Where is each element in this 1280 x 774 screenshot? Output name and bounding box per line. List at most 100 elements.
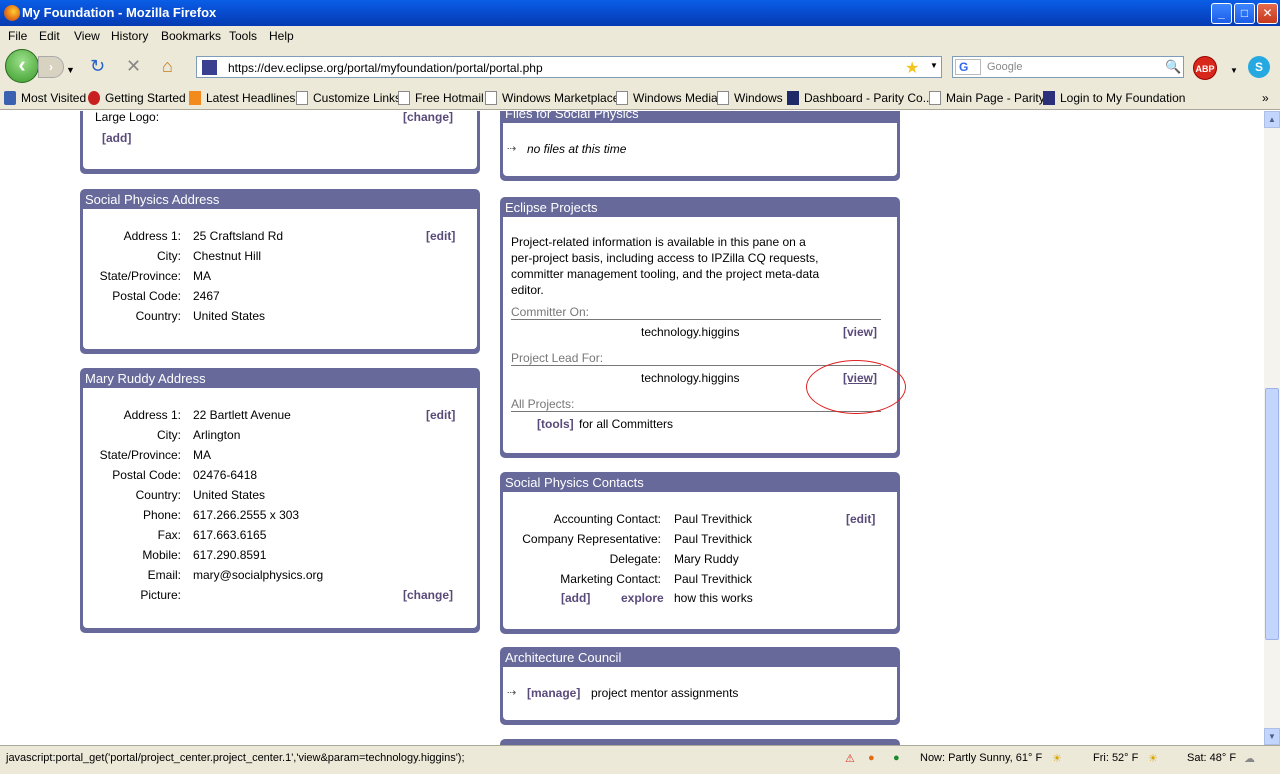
- close-button[interactable]: ✕: [1257, 3, 1278, 24]
- bookmarks-overflow-icon[interactable]: »: [1262, 91, 1269, 105]
- panel-body: Address 1: 25 Craftsland Rd [edit] City:…: [83, 209, 477, 349]
- menu-bookmarks[interactable]: Bookmarks: [161, 29, 221, 43]
- bookmark-dashboard-parity[interactable]: Dashboard - Parity Co...: [787, 91, 933, 105]
- menu-view[interactable]: View: [74, 29, 100, 43]
- bookmark-windows[interactable]: Windows: [717, 91, 783, 105]
- stop-icon[interactable]: ✕: [126, 57, 141, 75]
- bookmark-star-icon[interactable]: ★: [905, 58, 919, 78]
- fax-label: Fax:: [157, 528, 181, 542]
- menu-help[interactable]: Help: [269, 29, 294, 43]
- weather-fri[interactable]: Fri: 52° F: [1093, 752, 1138, 764]
- manage-link[interactable]: [manage]: [527, 686, 580, 700]
- scroll-up-icon[interactable]: ▲: [1264, 111, 1280, 128]
- page-icon: [296, 91, 308, 105]
- bookmark-latest-headlines[interactable]: Latest Headlines: [189, 91, 295, 105]
- panel-title: Social Physics Contacts: [505, 475, 644, 490]
- panel-body: ⇢ [manage] project mentor assignments: [503, 667, 897, 720]
- vertical-scrollbar[interactable]: ▲ ▼: [1264, 111, 1280, 745]
- tools-text: for all Committers: [579, 417, 674, 431]
- edit-address-link[interactable]: [edit]: [426, 408, 455, 422]
- accounting-contact-label: Accounting Contact:: [553, 512, 661, 526]
- edit-address-link[interactable]: [edit]: [426, 229, 455, 243]
- history-dropdown-icon[interactable]: ▼: [66, 61, 75, 79]
- postal-value: 02476-6418: [193, 468, 258, 482]
- company-rep-label: Company Representative:: [522, 532, 661, 546]
- committer-on-heading: Committer On:: [511, 305, 590, 319]
- maximize-button[interactable]: □: [1234, 3, 1255, 24]
- menu-edit[interactable]: Edit: [39, 29, 60, 43]
- edit-contacts-link[interactable]: [edit]: [846, 512, 875, 526]
- bookmark-windows-marketplace[interactable]: Windows Marketplace: [485, 91, 619, 105]
- firefox-addon-icon[interactable]: ●: [868, 752, 875, 764]
- marketing-contact-value: Paul Trevithick: [674, 572, 753, 586]
- menu-bar: File Edit View History Bookmarks Tools H…: [0, 26, 1280, 46]
- home-icon[interactable]: ⌂: [162, 57, 173, 75]
- explore-link[interactable]: explore: [621, 591, 664, 605]
- bookmark-most-visited[interactable]: Most Visited: [4, 91, 86, 105]
- bookmark-getting-started[interactable]: Getting Started: [88, 91, 186, 105]
- accounting-contact-value: Paul Trevithick: [674, 512, 753, 526]
- tools-link[interactable]: [tools]: [537, 417, 574, 431]
- search-box[interactable]: G Google 🔍: [952, 56, 1184, 78]
- adblock-icon[interactable]: ABP: [1193, 56, 1217, 80]
- status-green-icon[interactable]: ●: [893, 752, 900, 764]
- bullet-arrow-icon: ⇢: [507, 143, 517, 155]
- menu-tools[interactable]: Tools: [229, 29, 257, 43]
- fax-value: 617.663.6165: [193, 528, 267, 542]
- logo-panel: Large Logo: [change] [add]: [80, 111, 480, 174]
- bookmark-main-page-parity[interactable]: Main Page - Parity: [929, 91, 1045, 105]
- minimize-button[interactable]: _: [1211, 3, 1232, 24]
- menu-history[interactable]: History: [111, 29, 148, 43]
- add-logo-link[interactable]: [add]: [102, 131, 131, 145]
- mobile-value: 617.290.8591: [193, 548, 267, 562]
- back-button[interactable]: ‹: [5, 49, 39, 83]
- project-lead-heading: Project Lead For:: [511, 351, 604, 365]
- add-contact-link[interactable]: [add]: [561, 591, 590, 605]
- change-logo-link[interactable]: [change]: [403, 111, 453, 124]
- rss-icon: [189, 91, 201, 105]
- search-placeholder[interactable]: Google: [987, 61, 1022, 73]
- weather-sat[interactable]: Sat: 48° F: [1187, 752, 1236, 764]
- menu-file[interactable]: File: [8, 29, 27, 43]
- email-label: Email:: [147, 568, 181, 582]
- search-icon[interactable]: 🔍: [1165, 59, 1181, 75]
- view-committer-link[interactable]: [view]: [843, 325, 877, 339]
- page-icon: [485, 91, 497, 105]
- bookmark-login-my-foundation[interactable]: Login to My Foundation: [1043, 91, 1185, 105]
- page-icon: [717, 91, 729, 105]
- bookmark-windows-media[interactable]: Windows Media: [616, 91, 718, 105]
- bookmark-free-hotmail[interactable]: Free Hotmail: [398, 91, 484, 105]
- annotation-circle: [806, 360, 906, 414]
- cloudy-icon: ☁: [1244, 753, 1255, 765]
- bookmark-customize-links[interactable]: Customize Links: [296, 91, 401, 105]
- panel-title: Social Physics Address: [85, 192, 220, 207]
- panel-title: Mary Ruddy Address: [85, 371, 206, 386]
- architecture-council-panel: Architecture Council ⇢ [manage] project …: [500, 647, 900, 725]
- url-text[interactable]: https://dev.eclipse.org/portal/myfoundat…: [228, 61, 543, 75]
- site-favicon: [202, 60, 217, 75]
- forward-button[interactable]: ›: [38, 56, 64, 78]
- large-logo-label: Large Logo:: [95, 111, 160, 124]
- divider: [511, 319, 881, 320]
- weather-now[interactable]: Now: Partly Sunny, 61° F: [920, 752, 1042, 764]
- email-value: mary@socialphysics.org: [193, 568, 324, 582]
- warning-icon[interactable]: ⚠: [845, 752, 855, 765]
- address1-label: Address 1:: [123, 229, 181, 243]
- partly-sunny-icon: ☀: [1052, 753, 1062, 765]
- adblock-dropdown-icon[interactable]: ▼: [1230, 62, 1238, 80]
- scroll-thumb[interactable]: [1265, 388, 1279, 640]
- page-icon: [398, 91, 410, 105]
- address1-value: 22 Bartlett Avenue: [193, 408, 291, 422]
- url-bar[interactable]: https://dev.eclipse.org/portal/myfoundat…: [196, 56, 942, 78]
- reload-icon[interactable]: ↻: [90, 57, 105, 75]
- social-physics-address-panel: Social Physics Address Address 1: 25 Cra…: [80, 189, 480, 354]
- skype-icon[interactable]: S: [1248, 56, 1270, 78]
- url-dropdown-icon[interactable]: ▼: [930, 61, 938, 70]
- panel-title: Eclipse Projects: [505, 200, 598, 215]
- search-engine-icon[interactable]: G: [955, 59, 981, 75]
- projects-desc-line-1: Project-related information is available…: [511, 235, 806, 249]
- lead-project: technology.higgins: [641, 371, 740, 385]
- change-picture-link[interactable]: [change]: [403, 588, 453, 602]
- scroll-down-icon[interactable]: ▼: [1264, 728, 1280, 745]
- status-bar: javascript:portal_get('portal/project_ce…: [0, 745, 1280, 774]
